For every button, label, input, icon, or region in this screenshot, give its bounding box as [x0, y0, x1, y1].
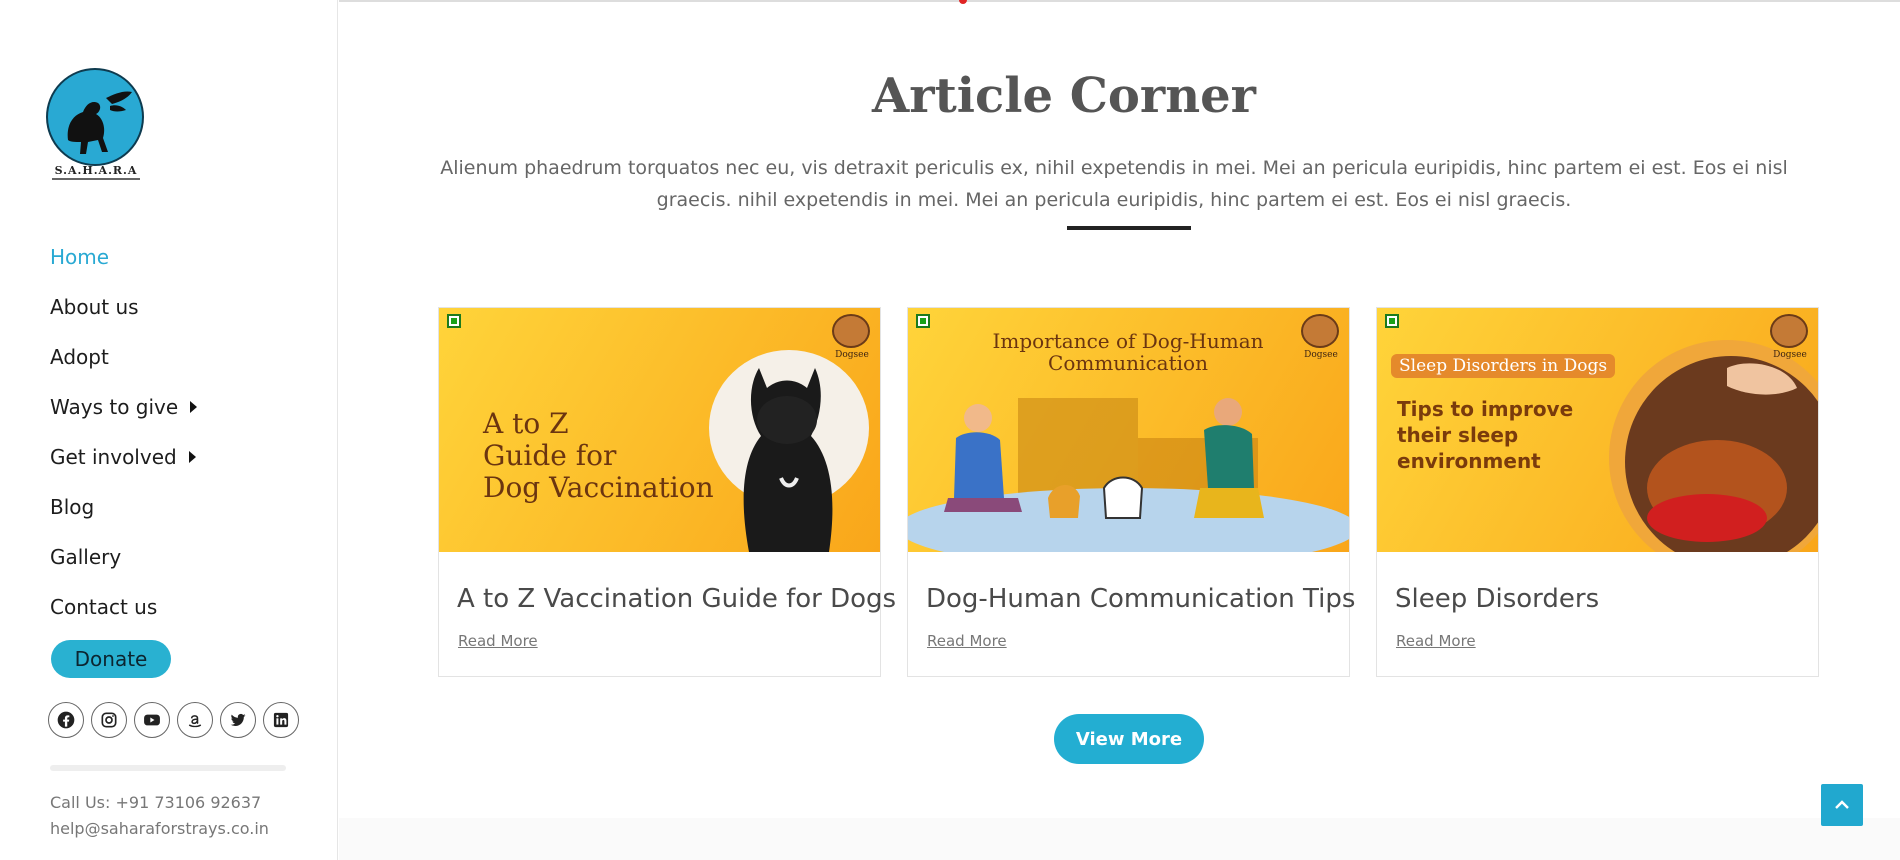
nav-item-label: About us — [50, 295, 139, 319]
article-image[interactable]: Sleep Disorders in Dogs Tips to improve … — [1377, 308, 1818, 552]
nav-item-contact-us[interactable]: Contact us — [50, 582, 197, 632]
article-title[interactable]: Sleep Disorders — [1395, 584, 1599, 614]
nav-item-label: Ways to give — [50, 395, 179, 419]
logo-tagline-line — [52, 178, 140, 180]
linkedin-icon[interactable] — [263, 702, 299, 738]
nav-item-label: Contact us — [50, 595, 158, 619]
caret-right-icon — [190, 401, 198, 413]
nav-item-label: Adopt — [50, 345, 109, 369]
contact-info: Call Us: +91 73106 92637 help@saharafors… — [50, 790, 269, 842]
nav-item-label: Get involved — [50, 445, 177, 469]
article-title[interactable]: A to Z Vaccination Guide for Dogs — [457, 584, 896, 614]
nav-item-adopt[interactable]: Adopt — [50, 332, 197, 382]
dogsee-label: Dogsee — [1304, 350, 1338, 360]
social-links — [48, 702, 299, 738]
chevron-up-icon — [1835, 800, 1849, 809]
section-title: Article Corner — [872, 68, 1256, 124]
read-more-link[interactable]: Read More — [927, 632, 1007, 650]
image-text-line: Communication — [1048, 351, 1208, 375]
amazon-icon[interactable] — [177, 702, 213, 738]
sidebar-divider — [50, 765, 286, 771]
image-banner: Sleep Disorders in Dogs — [1391, 354, 1616, 378]
nav-item-about-us[interactable]: About us — [50, 282, 197, 332]
donate-button[interactable]: Donate — [51, 640, 171, 678]
dog-face-icon — [1770, 314, 1808, 348]
twitter-icon[interactable] — [220, 702, 256, 738]
dogsee-label: Dogsee — [1773, 350, 1807, 360]
logo-text: S.A.H.A.R.A — [54, 164, 138, 177]
article-image[interactable]: Importance of Dog-Human Communication Do… — [908, 308, 1349, 552]
scroll-to-top-button[interactable] — [1821, 784, 1863, 826]
site-logo[interactable]: S.A.H.A.R.A — [44, 66, 148, 184]
veg-badge-icon — [916, 314, 930, 328]
article-image-caption: Importance of Dog-Human Communication — [968, 330, 1288, 374]
top-border — [339, 0, 1900, 2]
image-text-line: Guide for — [483, 439, 617, 472]
article-card[interactable]: Importance of Dog-Human Communication Do… — [907, 307, 1355, 677]
youtube-icon[interactable] — [134, 702, 170, 738]
dogsee-logo: Dogsee — [832, 314, 872, 368]
nav-item-home[interactable]: Home — [50, 232, 197, 282]
nav-item-ways-to-give[interactable]: Ways to give — [50, 382, 198, 432]
nav-item-get-involved[interactable]: Get involved — [50, 432, 197, 482]
footer-band — [339, 818, 1900, 860]
top-indicator-dot — [959, 0, 967, 4]
nav-item-gallery[interactable]: Gallery — [50, 532, 197, 582]
image-text-line: Dog Vaccination — [483, 471, 714, 504]
dog-face-icon — [832, 314, 870, 348]
sidebar: S.A.H.A.R.A Home About us Adopt Ways to … — [0, 0, 338, 860]
article-card[interactable]: A to Z Guide for Dog Vaccination Dogsee … — [438, 307, 896, 677]
facebook-icon[interactable] — [48, 702, 84, 738]
article-title[interactable]: Dog-Human Communication Tips — [926, 584, 1355, 614]
article-image-caption: A to Z Guide for Dog Vaccination — [483, 408, 714, 504]
image-text-line: environment — [1397, 449, 1541, 473]
dogsee-logo: Dogsee — [1301, 314, 1341, 368]
view-more-button[interactable]: View More — [1054, 714, 1204, 764]
read-more-link[interactable]: Read More — [458, 632, 538, 650]
contact-phone[interactable]: Call Us: +91 73106 92637 — [50, 790, 269, 816]
main-navigation: Home About us Adopt Ways to give Get inv… — [50, 232, 198, 632]
nav-item-label: Home — [50, 245, 110, 269]
nav-item-label: Blog — [50, 495, 95, 519]
instagram-icon[interactable] — [91, 702, 127, 738]
read-more-link[interactable]: Read More — [1396, 632, 1476, 650]
image-text-line: Importance of Dog-Human — [992, 329, 1264, 353]
dogsee-label: Dogsee — [835, 350, 869, 360]
image-text-line: their sleep — [1397, 423, 1519, 447]
veg-badge-icon — [447, 314, 461, 328]
logo-emblem — [46, 68, 144, 166]
article-image[interactable]: A to Z Guide for Dog Vaccination Dogsee — [439, 308, 880, 552]
caret-right-icon — [188, 451, 196, 463]
dogsee-logo: Dogsee — [1770, 314, 1810, 368]
dog-face-icon — [1301, 314, 1339, 348]
contact-email[interactable]: help@saharaforstrays.co.in — [50, 816, 269, 842]
article-card[interactable]: Sleep Disorders in Dogs Tips to improve … — [1376, 307, 1819, 677]
title-underline — [1067, 226, 1191, 230]
image-text-line: Tips to improve — [1397, 397, 1574, 421]
main-content: Article Corner Alienum phaedrum torquato… — [339, 0, 1900, 860]
section-description: Alienum phaedrum torquatos nec eu, vis d… — [440, 157, 1788, 211]
nav-item-label: Gallery — [50, 545, 122, 569]
veg-badge-icon — [1385, 314, 1399, 328]
image-text-line: A to Z — [483, 407, 569, 440]
article-image-caption: Tips to improve their sleep environment — [1397, 396, 1573, 474]
nav-item-blog[interactable]: Blog — [50, 482, 197, 532]
